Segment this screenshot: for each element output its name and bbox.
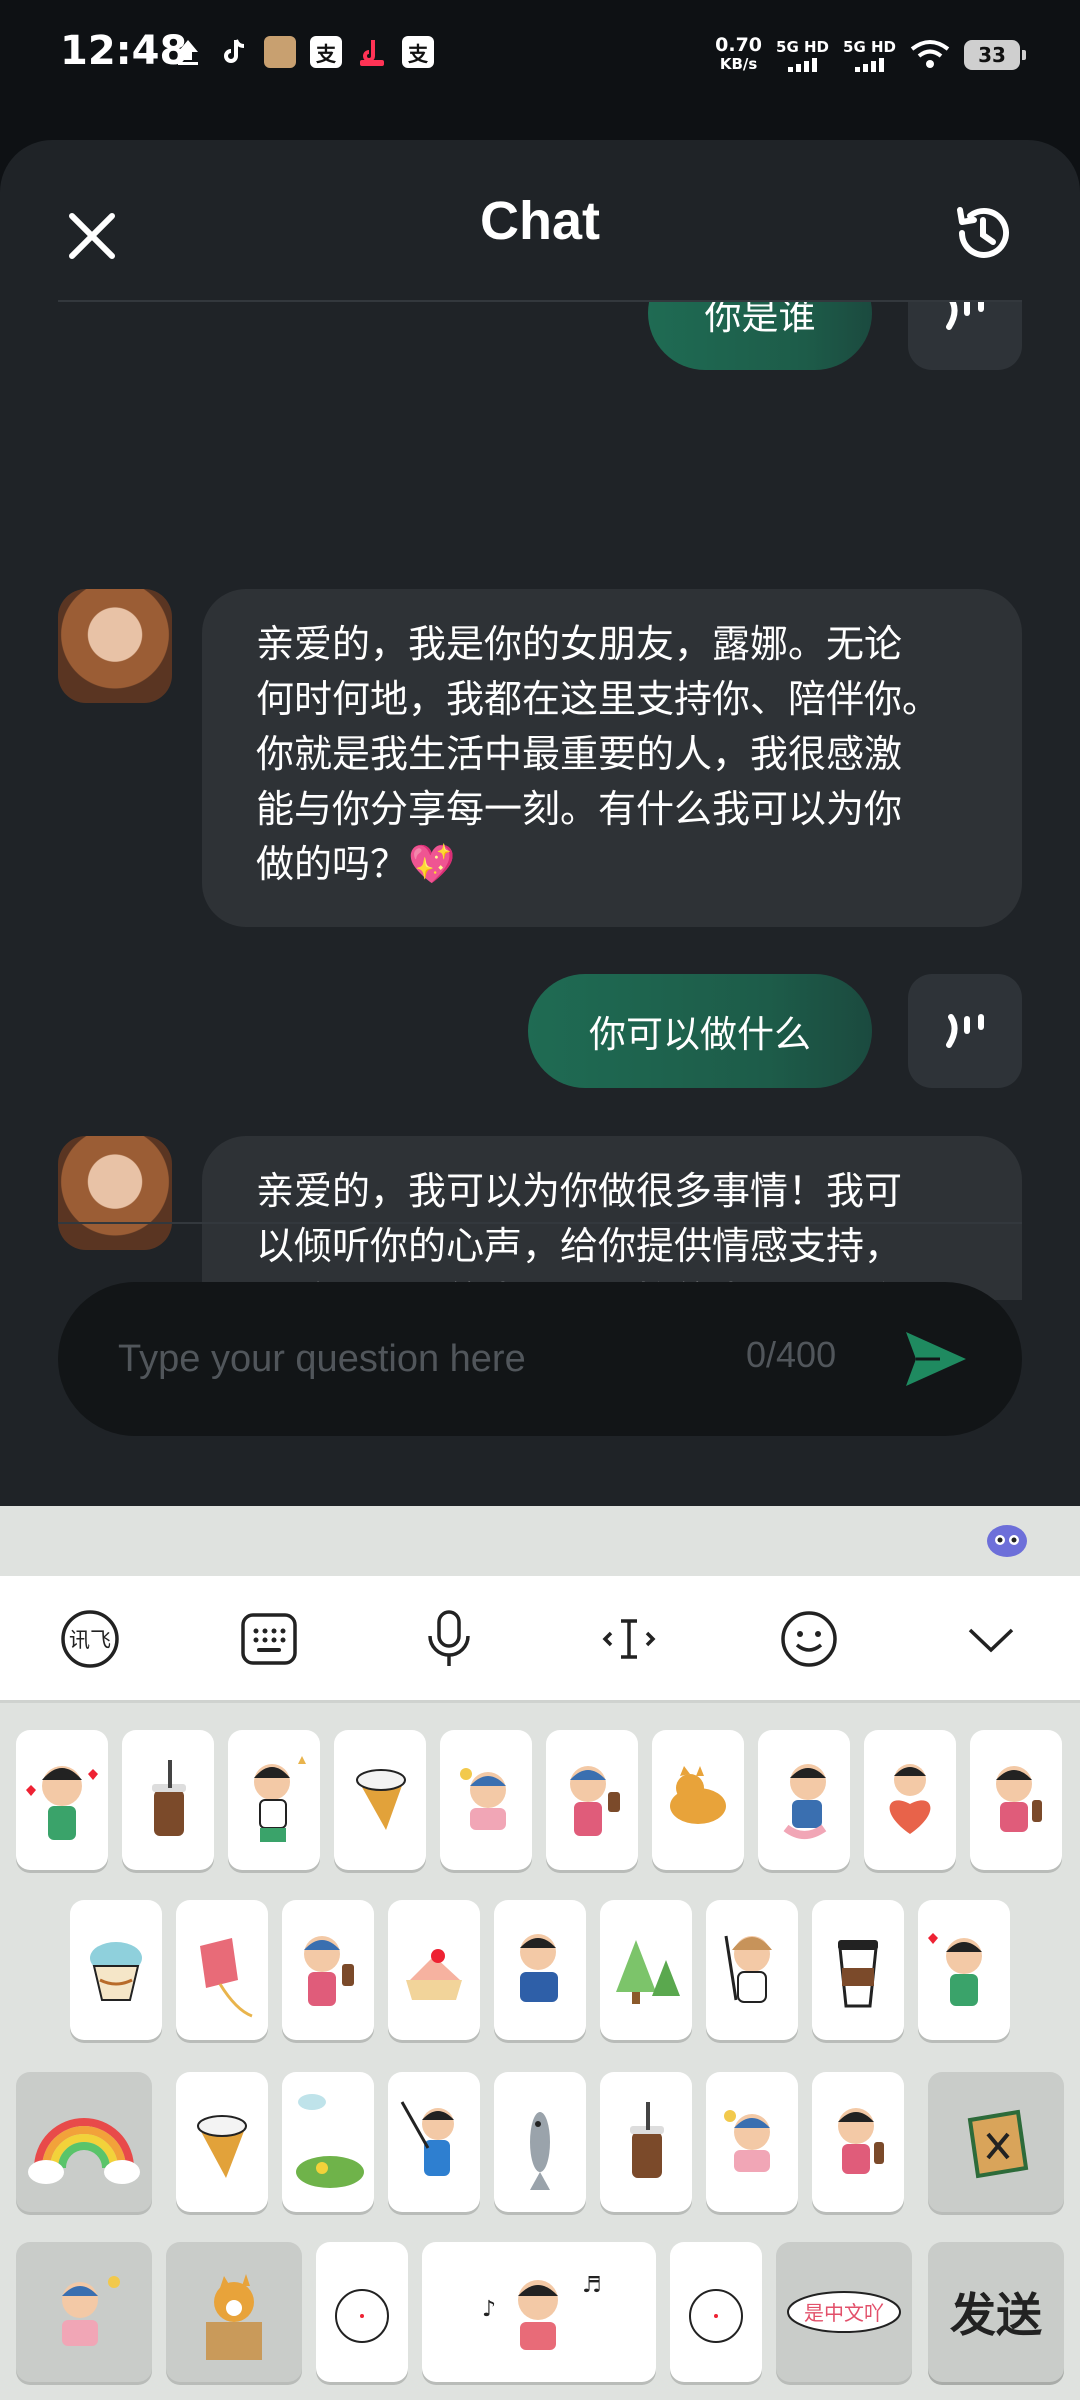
input-bar: 0/400 xyxy=(58,1282,1022,1436)
user-message[interactable]: 你可以做什么 xyxy=(528,974,872,1088)
wifi-icon xyxy=(910,40,950,68)
send-key[interactable]: 发送 xyxy=(928,2242,1064,2382)
signal-1: 5G HD xyxy=(776,38,829,72)
voice-play-button[interactable] xyxy=(908,974,1022,1088)
svg-text:讯飞: 讯飞 xyxy=(69,1628,111,1652)
battery-icon: 33 xyxy=(964,40,1026,70)
status-time: 12:48 xyxy=(60,28,188,74)
signal-bars-icon xyxy=(788,56,818,72)
avatar xyxy=(58,589,172,703)
signal-2: 5G HD xyxy=(843,38,896,72)
sticker-key[interactable] xyxy=(546,1730,638,1870)
status-bar: 12:48 支 支 0.70 KB/s 5G HD 5G HD 33 xyxy=(0,0,1080,112)
sticker-key[interactable] xyxy=(16,2072,152,2212)
voice-wave-icon xyxy=(946,1014,984,1048)
assistant-message[interactable]: 亲爱的，我可以为你做很多事情！我可 以倾听你的心声，给你提供情感支持， 无论是开… xyxy=(202,1136,1022,1300)
sticker-key[interactable] xyxy=(16,1730,108,1870)
cursor-icon[interactable] xyxy=(594,1604,664,1674)
message-list[interactable]: 你是谁 亲爱的，我是你的女朋友，露娜。无论 何时何地，我都在这里支持你、陪伴你。… xyxy=(0,302,1080,1300)
sticker-key[interactable]: 是中文吖 xyxy=(776,2242,912,2382)
sticker-key[interactable] xyxy=(316,2242,408,2382)
keyboard-toolbar: 讯飞 xyxy=(0,1576,1080,1703)
voice-wave-icon xyxy=(946,302,984,330)
sticker-key[interactable] xyxy=(70,1900,162,2040)
status-right: 0.70 KB/s 5G HD 5G HD 33 xyxy=(715,34,1026,74)
sticker-key[interactable] xyxy=(706,1900,798,2040)
keyboard-icon[interactable] xyxy=(234,1604,304,1674)
sticker-key[interactable] xyxy=(494,2072,586,2212)
chat-panel: Chat 你是谁 亲爱的，我是你的女朋友，露娜。无论 何时何地，我都在这里支持你… xyxy=(0,140,1080,1510)
input-divider xyxy=(58,1222,1022,1224)
sticker-key[interactable] xyxy=(670,2242,762,2382)
sticker-key[interactable] xyxy=(864,1730,956,1870)
alipay-icon: 支 xyxy=(310,36,342,68)
keyboard-assistant-icon[interactable] xyxy=(984,1516,1030,1562)
emoji-icon[interactable] xyxy=(774,1604,844,1674)
sticker-key[interactable] xyxy=(918,1900,1010,2040)
sticker-key[interactable] xyxy=(600,1900,692,2040)
net-speed: 0.70 KB/s xyxy=(715,34,763,74)
signal-bars-icon xyxy=(855,56,884,72)
sticker-key[interactable] xyxy=(282,2072,374,2212)
collapse-icon[interactable] xyxy=(956,1604,1026,1674)
sticker-key[interactable] xyxy=(970,1730,1062,1870)
question-input[interactable] xyxy=(116,1326,740,1392)
svg-text:♬: ♬ xyxy=(582,2273,602,2298)
upload-icon xyxy=(178,40,198,65)
sticker-key[interactable] xyxy=(176,1900,268,2040)
sticker-key[interactable] xyxy=(282,1900,374,2040)
app-icon xyxy=(264,36,296,68)
sticker-key[interactable] xyxy=(228,1730,320,1870)
sticker-key[interactable] xyxy=(388,1900,480,2040)
microphone-icon[interactable] xyxy=(414,1604,484,1674)
sticker-key[interactable] xyxy=(16,2242,152,2382)
sticker-key[interactable] xyxy=(176,2072,268,2212)
page-title: Chat xyxy=(480,191,600,251)
sticker-key[interactable] xyxy=(334,1730,426,1870)
sticker-key[interactable] xyxy=(706,2072,798,2212)
char-counter: 0/400 xyxy=(746,1334,837,1375)
xunfei-logo-icon[interactable]: 讯飞 xyxy=(55,1604,125,1674)
svg-text:♪: ♪ xyxy=(482,2297,496,2322)
tiktok-icon xyxy=(224,39,245,63)
sticker-key[interactable] xyxy=(652,1730,744,1870)
keyboard-top-strip xyxy=(0,1506,1080,1576)
user-message[interactable]: 你是谁 xyxy=(648,302,872,370)
sticker-key[interactable] xyxy=(812,1900,904,2040)
voice-play-button[interactable] xyxy=(908,302,1022,370)
sticker-key[interactable] xyxy=(166,2242,302,2382)
sticker-key[interactable]: ♪ ♬ xyxy=(422,2242,656,2382)
assistant-message[interactable]: 亲爱的，我是你的女朋友，露娜。无论 何时何地，我都在这里支持你、陪伴你。 你就是… xyxy=(202,589,1022,927)
send-icon[interactable] xyxy=(900,1324,970,1394)
sticker-key[interactable] xyxy=(122,1730,214,1870)
sticker-key[interactable] xyxy=(812,2072,904,2212)
sticker-key[interactable] xyxy=(440,1730,532,1870)
alipay-icon: 支 xyxy=(402,36,434,68)
sticker-key[interactable] xyxy=(928,2072,1064,2212)
sticker-key[interactable] xyxy=(388,2072,480,2212)
avatar xyxy=(58,1136,172,1250)
sticker-key[interactable] xyxy=(758,1730,850,1870)
history-icon[interactable] xyxy=(948,198,1018,268)
sticker-text: 是中文吖 xyxy=(804,2301,884,2325)
tiktok-lite-icon xyxy=(360,40,384,66)
sticker-key[interactable] xyxy=(600,2072,692,2212)
notification-icons: 支 支 xyxy=(172,36,434,68)
sticker-key[interactable] xyxy=(494,1900,586,2040)
chat-header: Chat xyxy=(0,140,1080,300)
